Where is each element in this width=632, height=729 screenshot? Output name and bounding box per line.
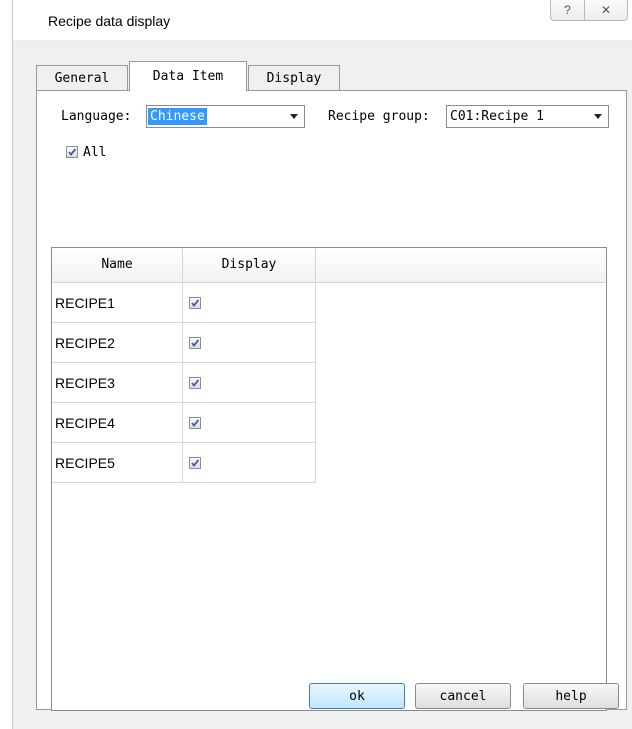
checkmark-icon xyxy=(191,339,200,347)
recipe-data-table: Name Display RECIPE1 RECIPE2 RECIPE3 REC… xyxy=(51,247,607,711)
close-icon: ✕ xyxy=(600,3,612,17)
language-value: Chinese xyxy=(148,108,207,125)
recipe-name-cell: RECIPE3 xyxy=(52,363,183,403)
table-row[interactable]: RECIPE5 xyxy=(52,443,316,483)
display-cell xyxy=(183,443,316,483)
checkmark-icon xyxy=(191,419,200,427)
checkmark-icon xyxy=(191,379,200,387)
table-row[interactable]: RECIPE3 xyxy=(52,363,316,403)
checkmark-icon xyxy=(191,299,200,307)
chevron-down-icon xyxy=(594,114,602,119)
recipe-name-cell: RECIPE1 xyxy=(52,283,183,323)
window-title: Recipe data display xyxy=(48,13,171,29)
column-header-display[interactable]: Display xyxy=(183,248,316,282)
tab-general[interactable]: General xyxy=(36,65,128,90)
recipe-data-display-dialog: Recipe data display ? ✕ General Data Ite… xyxy=(0,0,632,729)
tab-display[interactable]: Display xyxy=(248,65,340,90)
all-label: All xyxy=(83,145,107,160)
question-icon: ? xyxy=(564,3,571,17)
language-label: Language: xyxy=(61,109,132,124)
recipe-group-label: Recipe group: xyxy=(328,109,430,124)
display-checkbox[interactable] xyxy=(189,337,201,349)
display-cell xyxy=(183,403,316,443)
recipe-name-cell: RECIPE4 xyxy=(52,403,183,443)
cancel-button[interactable]: cancel xyxy=(415,683,511,709)
help-button[interactable]: help xyxy=(523,683,619,709)
display-checkbox[interactable] xyxy=(189,457,201,469)
display-cell xyxy=(183,283,316,323)
chevron-down-icon xyxy=(290,114,298,119)
table-row[interactable]: RECIPE4 xyxy=(52,403,316,443)
table-row[interactable]: RECIPE2 xyxy=(52,323,316,363)
display-checkbox[interactable] xyxy=(189,377,201,389)
tab-data-item[interactable]: Data Item xyxy=(129,61,247,91)
checkmark-icon xyxy=(68,148,77,156)
checkmark-icon xyxy=(191,459,200,467)
table-header: Name Display xyxy=(52,248,606,283)
display-cell xyxy=(183,363,316,403)
table-row[interactable]: RECIPE1 xyxy=(52,283,316,323)
column-header-name[interactable]: Name xyxy=(52,248,183,282)
all-checkbox[interactable] xyxy=(66,146,78,158)
language-dropdown[interactable]: Chinese xyxy=(146,105,305,128)
display-checkbox[interactable] xyxy=(189,297,201,309)
recipe-name-cell: RECIPE2 xyxy=(52,323,183,363)
title-bar[interactable]: Recipe data display ? ✕ xyxy=(13,0,632,41)
close-button[interactable]: ✕ xyxy=(584,0,628,21)
ok-button[interactable]: ok xyxy=(309,683,405,709)
recipe-group-dropdown[interactable]: C01:Recipe 1 xyxy=(446,105,609,128)
data-item-tab-page: Language: Chinese Recipe group: C01:Reci… xyxy=(36,90,627,711)
display-checkbox[interactable] xyxy=(189,417,201,429)
help-title-button[interactable]: ? xyxy=(550,0,585,21)
dialog-client-area: General Data Item Display Language: Chin… xyxy=(13,41,632,729)
recipe-group-value: C01:Recipe 1 xyxy=(450,109,544,124)
display-cell xyxy=(183,323,316,363)
background-window-edge xyxy=(0,0,13,729)
recipe-name-cell: RECIPE5 xyxy=(52,443,183,483)
